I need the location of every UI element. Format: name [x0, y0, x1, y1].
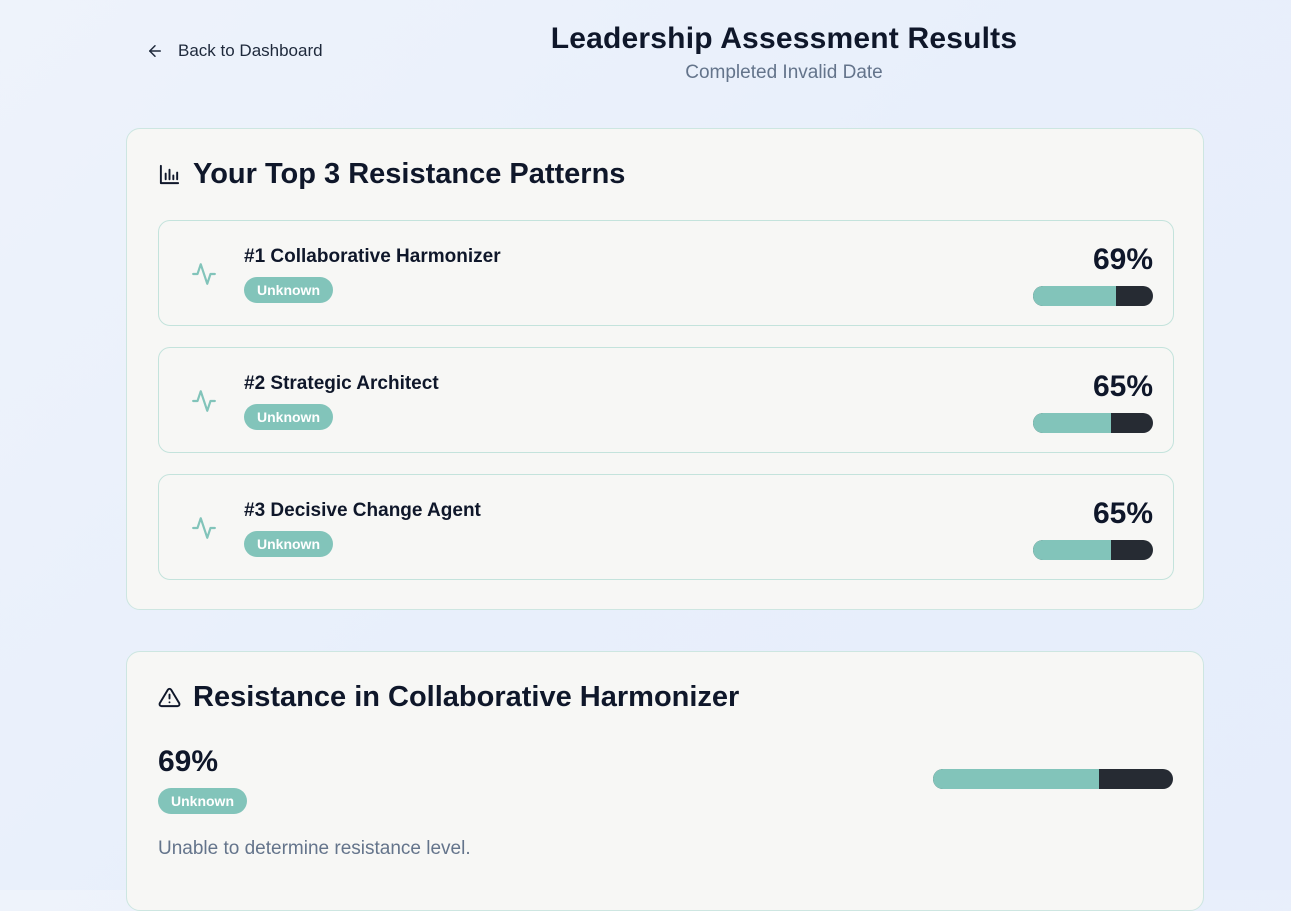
activity-icon: [192, 263, 216, 285]
pattern-item-1[interactable]: #1 Collaborative Harmonizer Unknown 69%: [158, 220, 1174, 326]
page-subtitle: Completed Invalid Date: [685, 62, 883, 83]
activity-icon: [192, 517, 216, 539]
resistance-status-badge: Unknown: [158, 788, 247, 814]
resistance-progress-fill: [933, 769, 1099, 789]
pattern-progress-fill: [1033, 540, 1111, 560]
resistance-progress-bar: [933, 769, 1173, 789]
pattern-label: #1 Collaborative Harmonizer: [244, 246, 501, 267]
resistance-description: Unable to determine resistance level.: [158, 838, 471, 859]
back-to-dashboard-link[interactable]: Back to Dashboard: [146, 41, 323, 61]
page-header: Leadership Assessment Results Completed …: [446, 20, 1122, 86]
back-link-label: Back to Dashboard: [178, 41, 323, 60]
resistance-detail-card: Resistance in Collaborative Harmonizer 6…: [126, 651, 1204, 911]
pattern-item-3[interactable]: #3 Decisive Change Agent Unknown 65%: [158, 474, 1174, 580]
pattern-label: #3 Decisive Change Agent: [244, 500, 481, 521]
pattern-status-badge: Unknown: [244, 531, 333, 557]
bar-chart-icon: [159, 164, 180, 184]
pattern-progress-bar: [1033, 286, 1153, 306]
top-patterns-title-text: Your Top 3 Resistance Patterns: [193, 158, 626, 190]
activity-icon: [192, 390, 216, 412]
pattern-status-badge: Unknown: [244, 277, 333, 303]
pattern-progress-bar: [1033, 413, 1153, 433]
resistance-detail-title: Resistance in Collaborative Harmonizer: [158, 679, 739, 715]
pattern-label: #2 Strategic Architect: [244, 373, 439, 394]
pattern-progress-fill: [1033, 413, 1111, 433]
top-patterns-card: Your Top 3 Resistance Patterns #1 Collab…: [126, 128, 1204, 610]
pattern-percent: 65%: [1092, 370, 1153, 403]
pattern-progress-fill: [1033, 286, 1116, 306]
arrow-left-icon: [149, 45, 161, 57]
resistance-detail-title-text: Resistance in Collaborative Harmonizer: [193, 681, 740, 713]
pattern-percent: 69%: [1092, 243, 1153, 276]
pattern-item-2[interactable]: #2 Strategic Architect Unknown 65%: [158, 347, 1174, 453]
pattern-status-badge: Unknown: [244, 404, 333, 430]
pattern-percent: 65%: [1092, 497, 1153, 530]
page-title: Leadership Assessment Results: [550, 22, 1018, 55]
pattern-progress-bar: [1033, 540, 1153, 560]
resistance-percent: 69%: [158, 745, 219, 778]
top-patterns-title: Your Top 3 Resistance Patterns: [158, 156, 625, 192]
alert-triangle-icon: [158, 687, 181, 707]
